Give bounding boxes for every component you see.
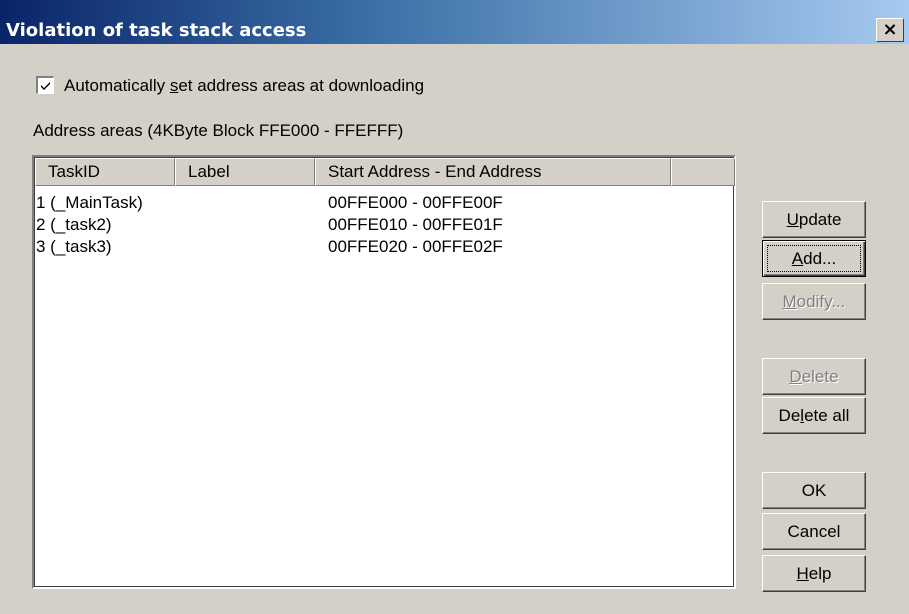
column-header-filler (671, 158, 735, 186)
focus-rect: Add... (767, 245, 861, 272)
row-taskid: 2 (_task2) (36, 215, 112, 234)
row-taskid: 3 (_task3) (36, 237, 112, 256)
row-taskid: 1 (_MainTask) (36, 193, 143, 212)
delete-all-button[interactable]: Delete all (762, 397, 866, 434)
modify-button[interactable]: Modify... (762, 283, 866, 320)
title-bar: Violation of task stack access × (0, 0, 909, 44)
delete-button[interactable]: Delete (762, 358, 866, 395)
update-button[interactable]: Update (762, 201, 866, 238)
row-address-range: 00FFE020 - 00FFE02F (328, 237, 503, 256)
checkmark-icon (41, 82, 50, 90)
row-address-range: 00FFE000 - 00FFE00F (328, 193, 503, 212)
add-button[interactable]: Add... (762, 240, 866, 277)
column-header-taskid[interactable]: TaskID (35, 158, 175, 186)
row-address-range: 00FFE010 - 00FFE01F (328, 215, 503, 234)
list-header: TaskID Label Start Address - End Address (35, 158, 735, 186)
column-header-address-range[interactable]: Start Address - End Address (315, 158, 671, 186)
window-title: Violation of task stack access (6, 20, 307, 41)
task-address-list[interactable]: TaskID Label Start Address - End Address… (32, 155, 736, 589)
ok-button[interactable]: OK (762, 472, 866, 509)
help-button[interactable]: Help (762, 555, 866, 592)
auto-set-address-checkbox[interactable] (36, 76, 54, 94)
address-areas-label: Address areas (4KByte Block FFE000 - FFE… (33, 121, 404, 140)
column-header-label[interactable]: Label (175, 158, 315, 186)
auto-set-address-label: Automatically set address areas at downl… (64, 76, 425, 95)
cancel-button[interactable]: Cancel (762, 513, 866, 550)
close-button[interactable]: × (876, 18, 904, 42)
